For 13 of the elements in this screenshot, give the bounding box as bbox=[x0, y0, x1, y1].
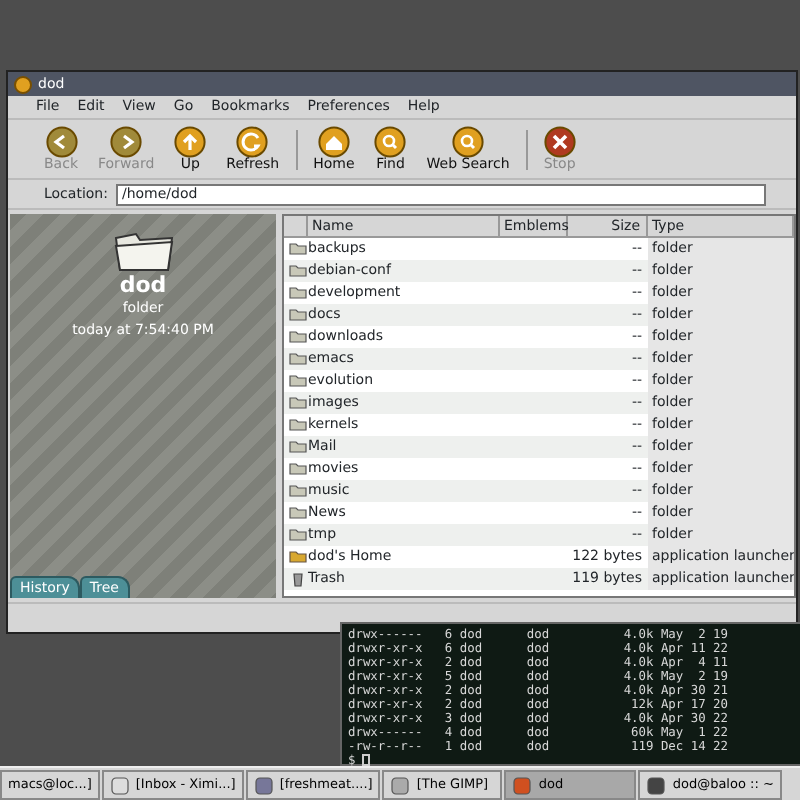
refresh-icon bbox=[236, 125, 269, 158]
window-icon[interactable] bbox=[14, 75, 32, 93]
search-icon bbox=[374, 125, 407, 158]
app-icon bbox=[253, 775, 274, 795]
stop-icon bbox=[543, 125, 576, 158]
app-icon bbox=[390, 775, 411, 795]
trash-icon bbox=[288, 569, 308, 588]
app-icon bbox=[512, 775, 533, 795]
home-icon bbox=[317, 125, 350, 158]
app-icon bbox=[646, 775, 667, 795]
folder-name: dod bbox=[119, 274, 167, 298]
search-icon bbox=[452, 125, 485, 158]
app-icon bbox=[109, 775, 130, 795]
